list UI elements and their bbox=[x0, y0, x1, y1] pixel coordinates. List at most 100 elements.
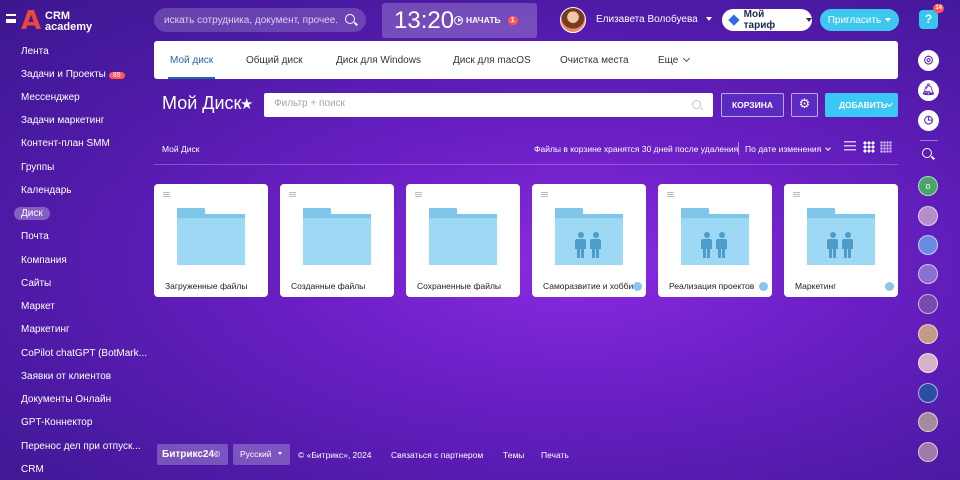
chevron-down-icon[interactable] bbox=[706, 17, 712, 21]
sidebar-item-label: Перенос дел при отпуск... bbox=[21, 441, 141, 452]
start-badge: 1 bbox=[507, 15, 518, 25]
sidebar-item-feed[interactable]: Лента bbox=[21, 46, 49, 57]
tab-more[interactable]: Еще bbox=[658, 54, 691, 66]
sidebar-item-gpt-connector[interactable]: GPT-Коннектор bbox=[21, 417, 92, 428]
user-name[interactable]: Елизавета Волобуева bbox=[596, 14, 698, 25]
bin-button[interactable]: КОРЗИНА bbox=[721, 93, 784, 117]
avatar[interactable] bbox=[918, 235, 938, 255]
folder-icon bbox=[429, 208, 497, 265]
sidebar-item-marketing[interactable]: Маркетинг bbox=[21, 324, 70, 335]
folder-name: Саморазвитие и хобби bbox=[543, 281, 634, 291]
avatar[interactable] bbox=[918, 206, 938, 226]
global-search[interactable] bbox=[154, 8, 366, 32]
search-icon[interactable] bbox=[922, 148, 932, 158]
partner-link[interactable]: Связаться с партнером bbox=[391, 450, 483, 460]
sidebar-item-label: CRM bbox=[21, 464, 44, 475]
sidebar-item-disk[interactable]: Диск bbox=[14, 207, 50, 220]
context-menu-icon[interactable] bbox=[415, 192, 422, 197]
bitrix-brand[interactable]: Битрикс24© bbox=[157, 444, 228, 465]
sidebar-item-crm[interactable]: CRM bbox=[21, 464, 44, 475]
sidebar-item-smm-plan[interactable]: Контент-план SMM bbox=[21, 138, 110, 149]
context-menu-icon[interactable] bbox=[793, 192, 800, 197]
tab-shared-disk[interactable]: Общий диск bbox=[246, 55, 302, 66]
logo-mark: A bbox=[21, 6, 42, 36]
sidebar-item-calendar[interactable]: Календарь bbox=[21, 185, 71, 196]
grid-view-icon[interactable] bbox=[863, 141, 875, 153]
avatar[interactable] bbox=[918, 294, 938, 314]
folder-name: Созданные файлы bbox=[291, 281, 366, 291]
filter-search[interactable] bbox=[264, 93, 713, 117]
top-bar: A CRM academy 13:20 НАЧАТЬ 1 Елизавета В… bbox=[0, 0, 960, 40]
avatar[interactable] bbox=[918, 353, 938, 373]
search-icon[interactable] bbox=[692, 100, 701, 109]
invite-label: Пригласить bbox=[827, 14, 882, 26]
context-menu-icon[interactable] bbox=[667, 192, 674, 197]
tariff-button[interactable]: Мой тариф bbox=[722, 9, 812, 31]
tile-view-icon[interactable] bbox=[880, 141, 892, 153]
sidebar-item-vacation-transfer[interactable]: Перенос дел при отпуск... bbox=[21, 441, 141, 452]
tab-disk-macos[interactable]: Диск для macOS bbox=[453, 55, 531, 66]
gear-icon[interactable]: ⚙ bbox=[791, 93, 818, 117]
sidebar-item-sites[interactable]: Сайты bbox=[21, 278, 51, 289]
sidebar-item-company[interactable]: Компания bbox=[21, 255, 67, 266]
notifications-icon[interactable]: 🔔︎ bbox=[918, 80, 939, 101]
tab-my-disk[interactable]: Мой диск bbox=[167, 55, 216, 79]
star-icon[interactable]: ★ bbox=[240, 95, 253, 113]
folder-card[interactable]: Загруженные файлы bbox=[154, 184, 268, 297]
sidebar-item-marketing-tasks[interactable]: Задачи маркетинг bbox=[21, 115, 104, 126]
context-menu-icon[interactable] bbox=[163, 192, 170, 197]
add-button[interactable]: ДОБАВИТЬ bbox=[825, 93, 898, 117]
sidebar-item-market[interactable]: Маркет bbox=[21, 301, 55, 312]
invite-button[interactable]: Пригласить bbox=[820, 9, 899, 31]
avatar[interactable] bbox=[918, 412, 938, 432]
context-menu-icon[interactable] bbox=[541, 192, 548, 197]
context-menu-icon[interactable] bbox=[289, 192, 296, 197]
avatar[interactable] bbox=[918, 383, 938, 403]
timeline-icon[interactable]: ◷ bbox=[918, 110, 939, 131]
themes-link[interactable]: Темы bbox=[503, 450, 524, 460]
user-avatar[interactable] bbox=[560, 7, 586, 33]
avatar[interactable] bbox=[918, 442, 938, 462]
folder-card[interactable]: Созданные файлы bbox=[280, 184, 394, 297]
sidebar-item-messenger[interactable]: Мессенджер bbox=[21, 92, 80, 103]
search-icon[interactable] bbox=[345, 14, 355, 24]
workday-widget[interactable]: 13:20 НАЧАТЬ 1 bbox=[382, 3, 537, 38]
folder-card[interactable]: Реализация проектов bbox=[658, 184, 772, 297]
folder-card[interactable]: Маркетинг bbox=[784, 184, 898, 297]
avatar[interactable]: о bbox=[918, 176, 938, 196]
brand-mark: © bbox=[214, 450, 220, 459]
people-icon bbox=[701, 232, 729, 258]
sidebar-item-mail[interactable]: Почта bbox=[21, 231, 49, 242]
folder-icon bbox=[303, 208, 371, 265]
sidebar-item-docs-online[interactable]: Документы Онлайн bbox=[21, 394, 111, 405]
copilot-icon[interactable]: ◎ bbox=[918, 50, 939, 71]
avatar[interactable] bbox=[918, 324, 938, 344]
start-workday-button[interactable]: НАЧАТЬ 1 bbox=[454, 15, 518, 25]
logo[interactable]: A CRM academy bbox=[21, 6, 111, 36]
folder-card[interactable]: Саморазвитие и хобби bbox=[532, 184, 646, 297]
filter-input[interactable] bbox=[274, 98, 674, 109]
chevron-down-icon bbox=[806, 18, 812, 22]
folder-icon bbox=[177, 208, 245, 265]
sidebar-item-label: Почта bbox=[21, 231, 49, 242]
list-view-icon[interactable] bbox=[844, 141, 856, 153]
language-label: Русский bbox=[240, 449, 272, 459]
sidebar-item-copilot[interactable]: CoPilot chatGPT (BotMark... bbox=[21, 348, 147, 359]
sidebar-item-groups[interactable]: Группы bbox=[21, 162, 54, 173]
right-bar: ◎ 🔔︎ ◷ о bbox=[910, 40, 950, 480]
tab-cleanup[interactable]: Очистка места bbox=[560, 55, 629, 66]
language-select[interactable]: Русский bbox=[233, 444, 290, 465]
sort-dropdown[interactable]: По дате изменения bbox=[745, 144, 832, 154]
diamond-icon bbox=[728, 14, 740, 26]
folder-card[interactable]: Сохраненные файлы bbox=[406, 184, 520, 297]
sidebar-item-client-requests[interactable]: Заявки от клиентов bbox=[21, 371, 111, 382]
help-button[interactable]: ? 14 bbox=[919, 4, 944, 29]
search-input[interactable] bbox=[164, 14, 339, 26]
shared-icon bbox=[759, 282, 768, 291]
avatar[interactable] bbox=[918, 264, 938, 284]
sidebar-item-tasks[interactable]: Задачи и Проекты 89 bbox=[21, 69, 125, 80]
print-link[interactable]: Печать bbox=[541, 450, 569, 460]
tab-disk-windows[interactable]: Диск для Windows bbox=[336, 55, 421, 66]
breadcrumb[interactable]: Мой Диск bbox=[162, 144, 200, 154]
menu-icon[interactable] bbox=[6, 14, 16, 23]
